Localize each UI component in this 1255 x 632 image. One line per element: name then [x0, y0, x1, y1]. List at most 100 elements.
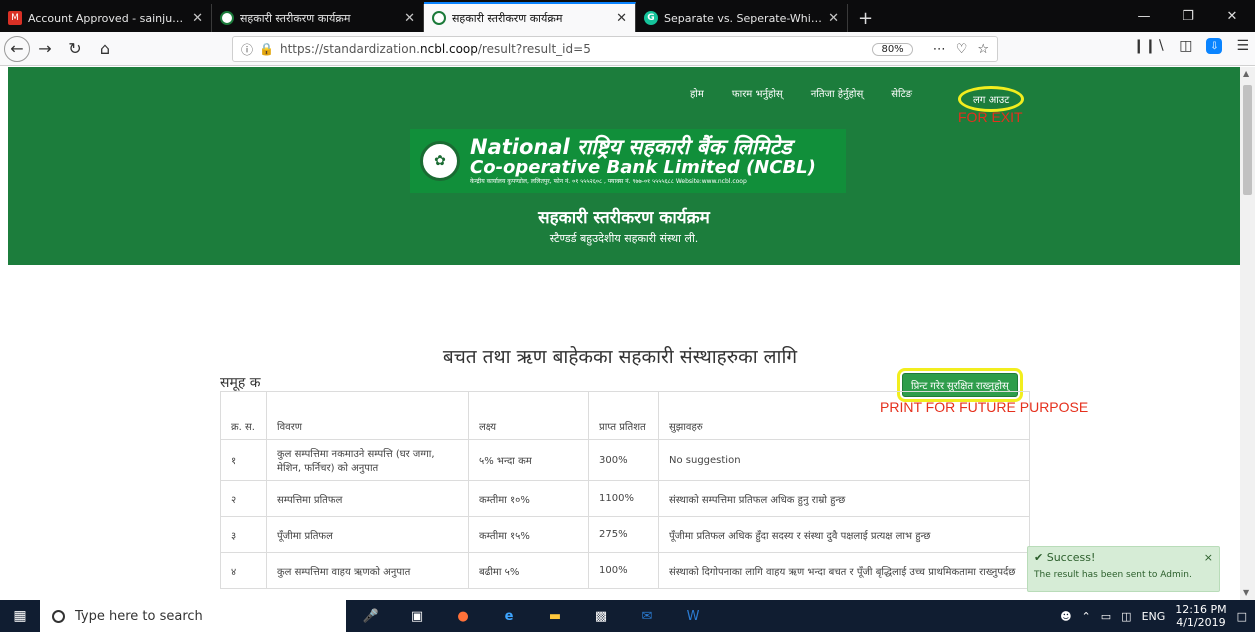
- close-icon[interactable]: ✕: [192, 11, 203, 26]
- logo-address: केन्द्रीय कार्यालय कुपण्डोल, ललितपुर, फो…: [470, 178, 747, 185]
- taskbar-search-placeholder: Type here to search: [75, 608, 203, 624]
- table-cell: ३: [220, 516, 267, 553]
- column-header-sn: क्र. स.: [220, 391, 267, 440]
- table-cell: पूँजीमा प्रतिफल अधिक हुँदा सदस्य र संस्थ…: [658, 516, 1030, 553]
- lock-icon: 🔒: [259, 42, 274, 56]
- logo-name-np: राष्ट्रिय सहकारी बैंक लिमिटेड: [577, 135, 792, 159]
- page-title: सहकारी स्तरीकरण कार्यक्रम: [538, 208, 710, 228]
- header-banner: होम फारम भर्नुहोस् नतिजा हेर्नुहोस् सेटि…: [8, 67, 1240, 265]
- pocket-icon[interactable]: ♡: [956, 42, 968, 57]
- table-cell: 300%: [588, 439, 659, 481]
- url-prefix: https://standardization.: [279, 42, 420, 56]
- exit-annotation: FOR EXIT: [958, 109, 1023, 125]
- clock-time: 12:16 PM: [1175, 603, 1227, 616]
- page-scrollbar[interactable]: ▲ ▼: [1240, 67, 1255, 600]
- table-cell: १: [220, 439, 267, 481]
- toast-close-icon[interactable]: ×: [1204, 551, 1213, 564]
- scroll-up-icon[interactable]: ▲: [1243, 69, 1249, 78]
- table-cell: बढीमा ५%: [468, 552, 589, 589]
- firefox-icon[interactable]: ●: [440, 600, 486, 632]
- people-icon[interactable]: ☻: [1060, 610, 1071, 623]
- page-actions-icon[interactable]: ⋯: [933, 42, 946, 57]
- scroll-thumb[interactable]: [1243, 85, 1252, 195]
- info-icon[interactable]: ⓘ: [241, 41, 253, 58]
- scroll-down-icon[interactable]: ▼: [1243, 588, 1249, 597]
- new-tab-button[interactable]: +: [848, 4, 883, 32]
- table-cell: संस्थाको सम्पत्तिमा प्रतिफल अधिक हुनु रा…: [658, 480, 1030, 517]
- language-indicator[interactable]: ENG: [1142, 610, 1166, 623]
- restore-icon[interactable]: ❐: [1166, 0, 1210, 32]
- windows-start-icon[interactable]: ▦: [0, 600, 40, 632]
- url-path: /result?result_id=5: [477, 42, 591, 56]
- file-explorer-icon[interactable]: ▬: [532, 600, 578, 632]
- outlook-icon[interactable]: ✉: [624, 600, 670, 632]
- table-header-row: क्र. स. विवरण लक्ष्य प्राप्त प्रतिशत सुझ…: [220, 391, 1030, 440]
- check-circle-icon: ✔: [1034, 551, 1044, 564]
- close-icon[interactable]: ✕: [828, 11, 839, 26]
- forward-arrow-icon[interactable]: →: [30, 34, 60, 64]
- close-icon[interactable]: ✕: [616, 11, 627, 26]
- tab-title: सहकारी स्तरीकरण कार्यक्रम: [240, 11, 351, 25]
- notification-icon[interactable]: □: [1237, 610, 1247, 623]
- table-row: ४ कुल सम्पत्तिमा वाहय ऋणको अनुपात बढीमा …: [220, 552, 1030, 589]
- tab-title: Separate vs. Seperate-Which Sh: [664, 11, 823, 25]
- column-header-description: विवरण: [266, 391, 469, 440]
- column-header-achieved: प्राप्त प्रतिशत: [588, 391, 659, 440]
- toast-message: The result has been sent to Admin.: [1034, 570, 1192, 580]
- column-header-suggestions: सुझावहरु: [658, 391, 1030, 440]
- table-cell: ४: [220, 552, 267, 589]
- download-icon[interactable]: ⇩: [1206, 38, 1223, 54]
- table-cell: २: [220, 480, 267, 517]
- bookmark-star-icon[interactable]: ☆: [977, 42, 989, 57]
- results-table: क्र. स. विवरण लक्ष्य प्राप्त प्रतिशत सुझ…: [220, 391, 1030, 589]
- library-icon[interactable]: ❙❙∖: [1133, 38, 1165, 54]
- logo-name-en: National: [470, 135, 570, 159]
- toast-title-text: Success!: [1046, 551, 1096, 564]
- browser-tab-grammarly[interactable]: G Separate vs. Seperate-Which Sh ✕: [636, 4, 848, 32]
- zoom-level-badge[interactable]: 80%: [872, 42, 913, 56]
- success-toast: ✔ Success! × The result has been sent to…: [1027, 546, 1220, 592]
- minimize-icon[interactable]: —: [1122, 0, 1166, 32]
- logo-name-full: Co-operative Bank Limited (NCBL): [470, 157, 816, 178]
- taskbar-search[interactable]: Type here to search: [40, 600, 346, 632]
- ncbl-emblem-icon: ✿: [420, 141, 460, 181]
- home-icon[interactable]: ⌂: [90, 34, 120, 64]
- sidebar-icon[interactable]: ◫: [1179, 38, 1192, 54]
- menu-item-view-results[interactable]: नतिजा हेर्नुहोस्: [797, 86, 878, 100]
- menu-item-home[interactable]: होम: [676, 86, 718, 100]
- grammarly-icon: G: [644, 11, 658, 25]
- cortana-icon: [52, 609, 65, 623]
- table-cell: No suggestion: [658, 439, 1030, 481]
- browser-tab-ncbl-active[interactable]: सहकारी स्तरीकरण कार्यक्रम ✕: [424, 2, 636, 32]
- table-cell: कम्तीमा १५%: [468, 516, 589, 553]
- clock[interactable]: 12:16 PM 4/1/2019: [1175, 603, 1226, 629]
- network-icon[interactable]: ◫: [1121, 610, 1131, 623]
- microphone-icon[interactable]: 🎤: [348, 600, 394, 632]
- ncbl-icon: [432, 11, 446, 25]
- page-viewport: होम फारम भर्नुहोस् नतिजा हेर्नुहोस् सेटि…: [0, 67, 1240, 600]
- browser-tab-ncbl-1[interactable]: सहकारी स्तरीकरण कार्यक्रम ✕: [212, 4, 424, 32]
- clock-date: 4/1/2019: [1176, 616, 1226, 629]
- task-view-icon[interactable]: ▣: [394, 600, 440, 632]
- hamburger-menu-icon[interactable]: ☰: [1236, 38, 1249, 54]
- tab-title: Account Approved - sainjuanuj: [28, 11, 187, 25]
- address-bar[interactable]: ⓘ 🔒 https://standardization.ncbl.coop/re…: [232, 36, 998, 62]
- edge-icon[interactable]: e: [486, 600, 532, 632]
- battery-icon[interactable]: ▭: [1101, 610, 1111, 623]
- tray-expand-icon[interactable]: ⌃: [1082, 610, 1091, 623]
- table-cell: 100%: [588, 552, 659, 589]
- browser-tab-gmail[interactable]: M Account Approved - sainjuanuj ✕: [0, 4, 212, 32]
- table-cell: 1100%: [588, 480, 659, 517]
- back-arrow-icon[interactable]: ←: [4, 35, 30, 62]
- menu-item-settings[interactable]: सेटिङ: [877, 86, 926, 100]
- organization-name: स्टैण्डर्ड बहुउदेशीय सहकारी संस्था ली.: [549, 232, 699, 245]
- table-cell: 275%: [588, 516, 659, 553]
- menu-item-fill-form[interactable]: फारम भर्नुहोस्: [718, 86, 797, 100]
- close-icon[interactable]: ✕: [404, 11, 415, 26]
- toast-title: ✔ Success!: [1034, 551, 1095, 564]
- photos-icon[interactable]: ▩: [578, 600, 624, 632]
- window-close-icon[interactable]: ✕: [1210, 0, 1254, 32]
- word-icon[interactable]: W: [670, 600, 716, 632]
- reload-icon[interactable]: ↻: [60, 34, 90, 64]
- browser-nav-bar: ← → ↻ ⌂ ⓘ 🔒 https://standardization.ncbl…: [0, 32, 1255, 66]
